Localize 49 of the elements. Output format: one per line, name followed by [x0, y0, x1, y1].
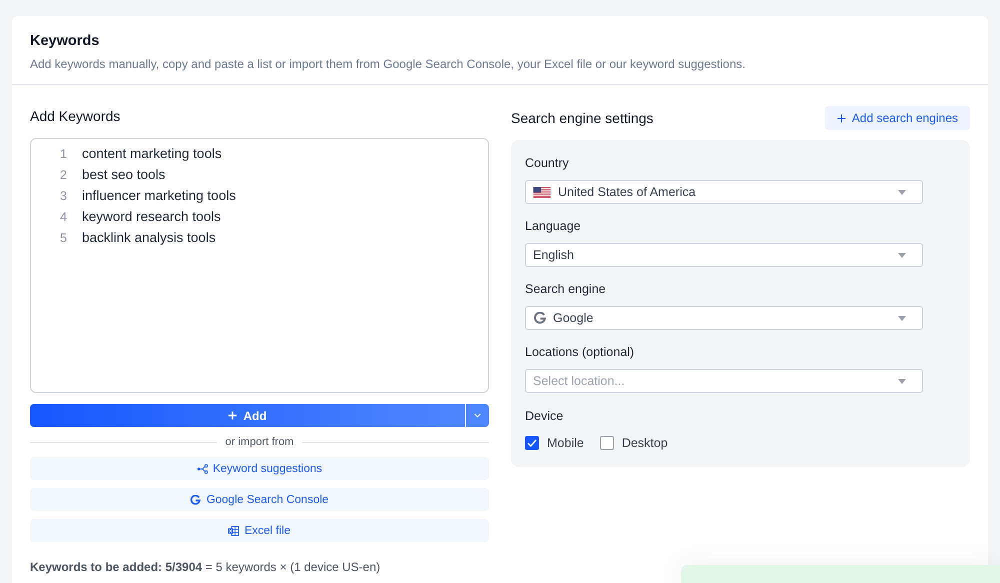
settings-title: Search engine settings [511, 109, 654, 127]
caret-icon [898, 190, 906, 194]
checkbox[interactable] [525, 436, 539, 450]
import-button[interactable]: Excel file [30, 519, 489, 542]
select-field[interactable]: English [525, 243, 923, 267]
plus-icon [836, 114, 846, 122]
add-button[interactable]: Add [30, 404, 465, 427]
flag-icon [533, 186, 551, 198]
divider-label: or import from [225, 435, 294, 449]
field-label: Locations (optional) [525, 344, 634, 360]
keyword-line: keyword research tools [82, 209, 221, 224]
import-button[interactable]: Keyword suggestions [30, 457, 489, 480]
keyword-line: best seo tools [82, 167, 166, 182]
keywords-summary: Keywords to be added: 5/3904 = 5 keywords × (1 device US-en) [30, 560, 382, 575]
checkbox[interactable] [600, 436, 614, 450]
keyword-line: content marketing tools [82, 146, 222, 161]
add-keywords-title: Add Keywords [30, 107, 122, 125]
section-title: Keywords [30, 32, 100, 50]
line-number: 1 [59, 146, 67, 160]
keyword-editor[interactable]: 1 content marketing tools 2 best seo tools 3 influencer marketing tools 4 keyword research tools 5 backlink analysis tools [30, 138, 489, 393]
add-options-button[interactable] [465, 404, 489, 427]
caret-icon [898, 378, 906, 384]
field-label: Search engine [525, 281, 606, 297]
spreadsheet-icon [228, 526, 240, 536]
line-number: 3 [59, 188, 67, 202]
caret-icon [898, 252, 906, 258]
check-icon [527, 439, 537, 447]
section-description: Add keywords manually, copy and paste a list or import them from Google Search Console, your Excel file or our keyword suggestions. [30, 57, 746, 72]
line-number: 2 [59, 168, 67, 182]
import-button[interactable]: Google Search Console [30, 488, 489, 511]
keyword-line: influencer marketing tools [82, 188, 236, 203]
g-logo-icon [534, 312, 546, 324]
select-field[interactable]: United States of America [525, 180, 923, 204]
checkbox-label: Desktop [622, 436, 668, 450]
add-search-engines-button[interactable]: Add search engines [824, 106, 970, 130]
line-number: 4 [59, 210, 67, 224]
plus-icon [228, 411, 238, 420]
field-label: Device [525, 408, 564, 424]
select-field[interactable]: Select location... [525, 369, 923, 393]
keyword-line: backlink analysis tools [82, 230, 216, 245]
checkbox-label: Mobile [547, 436, 584, 450]
chevron-down-icon [474, 413, 481, 418]
field-label: Country [525, 155, 569, 171]
select-field[interactable]: Google [525, 306, 923, 330]
caret-icon [898, 316, 906, 320]
nodes-icon [196, 464, 208, 474]
field-label: Language [525, 218, 581, 234]
g-logo-icon [190, 494, 202, 504]
line-number: 5 [59, 230, 67, 244]
